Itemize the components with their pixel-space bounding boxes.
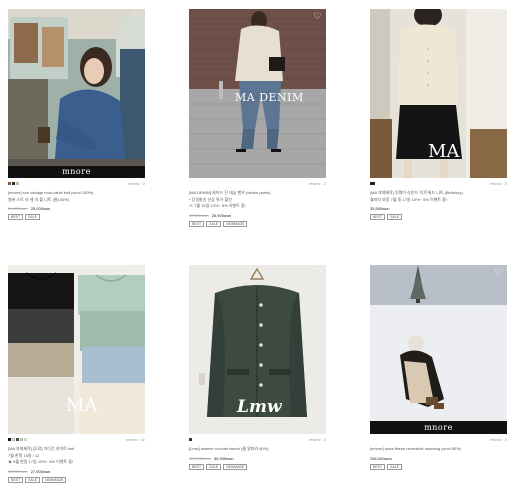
tag-sale: SALE	[25, 214, 41, 220]
price: 45,000won 27,900won	[8, 469, 145, 474]
color-swatch	[189, 438, 192, 441]
product-name[interactable]: [MA 자체제작] [무료] 가디건 라이트 knit	[8, 446, 145, 452]
sale-price: 266,000won	[370, 455, 392, 461]
tag-best: BEST	[8, 214, 24, 220]
product-image[interactable]: ♡ MA	[8, 265, 145, 434]
product-name[interactable]: [mnore] mina fleece reversible mustang (…	[370, 446, 507, 452]
heart-icon[interactable]: ♡	[313, 12, 322, 21]
price: 59,000won 25,000won	[8, 206, 145, 211]
product-card[interactable]: ♡ mnore review : 0 [mnore] sori vintage …	[8, 9, 145, 220]
brand-logo: mnore	[370, 422, 507, 434]
original-price: 109,000won	[189, 455, 211, 461]
tag-newmade: NEWMADE	[223, 220, 248, 227]
tag-best: BEST	[370, 463, 386, 470]
sale-price: 35,500won	[370, 206, 390, 211]
tag-best: BEST	[370, 214, 386, 220]
review-count[interactable]: review : 11	[126, 437, 145, 442]
price: 109,000won 55,900won	[189, 456, 326, 461]
color-swatch	[16, 438, 19, 441]
color-swatches	[8, 438, 27, 441]
sale-price: 25,000won	[30, 206, 51, 211]
tag-sale: SALE	[387, 463, 403, 470]
color-swatches	[189, 438, 192, 441]
product-name-sub: ※ 7월 15일 10%~ 5% 이벤트 중!	[189, 203, 246, 208]
tag-best: BEST	[8, 476, 24, 483]
original-price: 59,000won	[8, 206, 28, 211]
brand-logo: MA	[66, 395, 98, 416]
heart-icon[interactable]: ♡	[494, 12, 503, 21]
tag-best: BEST	[189, 463, 205, 470]
color-swatch	[8, 182, 11, 185]
product-image[interactable]: ♡ mnore	[8, 9, 145, 178]
sale-price: 55,900won	[213, 455, 234, 461]
product-image[interactable]: ♡ mnore	[370, 265, 507, 434]
review-count[interactable]: review : 0	[128, 181, 145, 186]
brand-logo: mnore	[8, 166, 145, 178]
color-swatches	[8, 182, 19, 185]
brand-logo: MA	[428, 141, 460, 162]
product-name-sub: 원버 스트 라 캐 이 블 니트 (울100%)	[8, 196, 70, 202]
product-name-sub: * 당일발송 신상 특가 할인	[189, 196, 232, 202]
color-swatch	[12, 182, 15, 185]
tag-best: BEST	[189, 220, 205, 227]
tag-sale: SALE	[206, 220, 222, 227]
product-card[interactable]: ♡ Lmw review : 3 [Lmw] tweeter crochet t…	[189, 265, 326, 470]
product-card[interactable]: ♡ MA review : 11 [MA 자체제작] [무료] 가디건 라이트 …	[8, 265, 145, 483]
tag-sale: SALE	[25, 476, 41, 483]
product-name-sub: ★ 5월 한정 17일 10%~ 5% 이벤트 중!	[8, 459, 74, 464]
color-swatch	[20, 438, 23, 441]
original-price: 49,000won	[189, 212, 209, 218]
review-count[interactable]: review : 0	[309, 181, 326, 186]
color-swatch	[370, 182, 375, 185]
product-image[interactable]: ♡ MA	[370, 9, 507, 178]
product-card[interactable]: ♡ MA review : 0 [MA 자체제작] 투웨이 라운드 넥 트위드 …	[370, 9, 507, 220]
sale-price: 27,900won	[30, 468, 51, 474]
price: 35,500won	[370, 206, 507, 211]
tag-sale: SALE	[206, 463, 222, 470]
product-name-sub: 퀄리티 보장 7월 중 17일 10%~ 5% 이벤트 중!	[370, 196, 447, 202]
color-swatches	[370, 182, 375, 185]
brand-logo: MA DENIM	[235, 91, 304, 104]
review-count[interactable]: review : 0	[490, 437, 507, 442]
brand-logo: Lmw	[237, 397, 282, 417]
tag-newmade: NEWMADE	[42, 476, 67, 483]
color-swatch	[24, 438, 27, 441]
color-swatch	[8, 438, 11, 441]
tag-sale: SALE	[387, 214, 403, 220]
product-name-sub: 7월 한정 15일 / 12	[8, 452, 40, 458]
heart-icon[interactable]: ♡	[132, 268, 141, 277]
product-name[interactable]: [Lmw] tweeter crochet tweed (울 알파카 80%)	[189, 446, 326, 452]
color-swatch	[12, 438, 15, 441]
review-count[interactable]: review : 3	[309, 437, 326, 442]
heart-icon[interactable]: ♡	[132, 12, 141, 21]
product-name[interactable]: [MA 자체제작] 투웨이 라운드 넥 트위드 니트 (Bellstory)	[370, 190, 507, 196]
heart-icon[interactable]: ♡	[494, 268, 503, 277]
sale-price: 26,900won	[211, 212, 232, 218]
product-name[interactable]: [mnore] sori vintage mod cable knit (woo…	[8, 190, 145, 196]
price: 266,000won	[370, 456, 507, 461]
price: 49,000won 26,900won	[189, 213, 326, 218]
heart-icon[interactable]: ♡	[313, 268, 322, 277]
product-image[interactable]: ♡ MA DENIM	[189, 9, 326, 178]
product-card[interactable]: ♡ mnore review : 0 [mnore] mina fleece r…	[370, 265, 507, 470]
original-price: 45,000won	[8, 468, 28, 474]
product-card[interactable]: ♡ MA DENIM review : 0 [MA DENIM] 와이드 진 데…	[189, 9, 326, 227]
product-image[interactable]: ♡ Lmw	[189, 265, 326, 434]
review-count[interactable]: review : 0	[490, 181, 507, 186]
product-name[interactable]: [MA DENIM] 와이드 진 데님 팬츠 (denim pants)	[189, 190, 326, 196]
tag-newmade: NEWMADE	[223, 463, 248, 470]
color-swatch	[16, 182, 19, 185]
